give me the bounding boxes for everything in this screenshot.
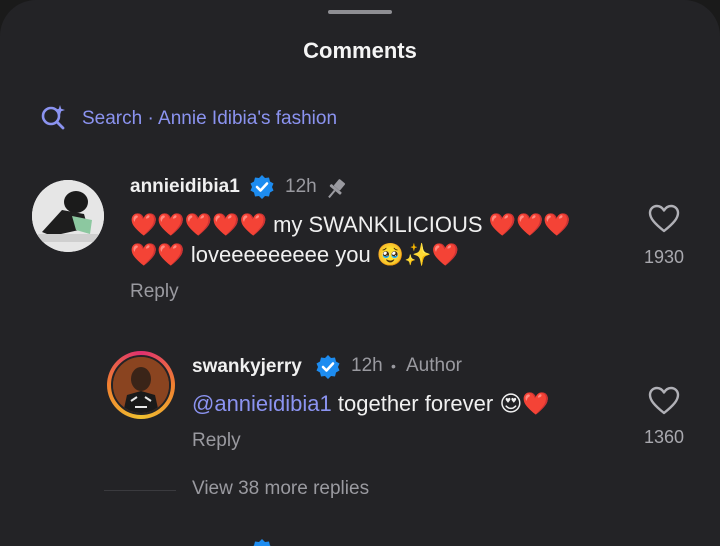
heart-icon[interactable]	[648, 386, 680, 421]
heart-icon[interactable]	[648, 204, 680, 239]
verified-badge-icon	[249, 538, 275, 546]
drag-handle[interactable]	[328, 10, 392, 14]
comment-text-line-1: ❤️❤️❤️❤️❤️ my SWANKILICIOUS ❤️❤️❤️	[130, 212, 571, 237]
author-tag: Author	[406, 355, 462, 376]
like-count: 1360	[643, 427, 685, 447]
reply-button[interactable]: Reply	[130, 281, 179, 303]
separator-dot: •	[391, 358, 396, 374]
comment-text-line-2: ❤️❤️ loveeeeeeeee you 🥹✨❤️	[130, 242, 460, 267]
thread-divider	[104, 490, 176, 491]
reply-text: @annieidibia1 together forever 😍❤️	[192, 389, 550, 419]
sparkle-search-icon	[40, 104, 66, 135]
avatar[interactable]	[32, 180, 104, 252]
comment-username[interactable]: annieidibia1	[130, 176, 240, 198]
reply-time: 12h	[351, 355, 383, 376]
verified-badge-icon	[315, 354, 341, 385]
reply-button[interactable]: Reply	[192, 430, 241, 452]
search-label: Search · Annie Idibia's fashion	[82, 108, 338, 129]
verified-badge-icon	[249, 174, 275, 205]
search-suggestion[interactable]: Search · Annie Idibia's fashion	[40, 104, 337, 134]
sheet-title: Comments	[303, 38, 417, 63]
view-more-replies-button[interactable]: View 38 more replies	[192, 478, 369, 500]
like-count: 1930	[643, 247, 685, 267]
mention-link[interactable]: @annieidibia1	[192, 391, 332, 416]
pin-icon	[323, 176, 349, 207]
comment-time: 12h	[285, 176, 317, 197]
reply-username[interactable]: swankyjerry	[192, 356, 302, 378]
avatar[interactable]	[111, 355, 171, 415]
reply-body: together forever 😍❤️	[331, 391, 550, 416]
comments-sheet: Comments Search · Annie Idibia's fashion…	[0, 0, 720, 546]
